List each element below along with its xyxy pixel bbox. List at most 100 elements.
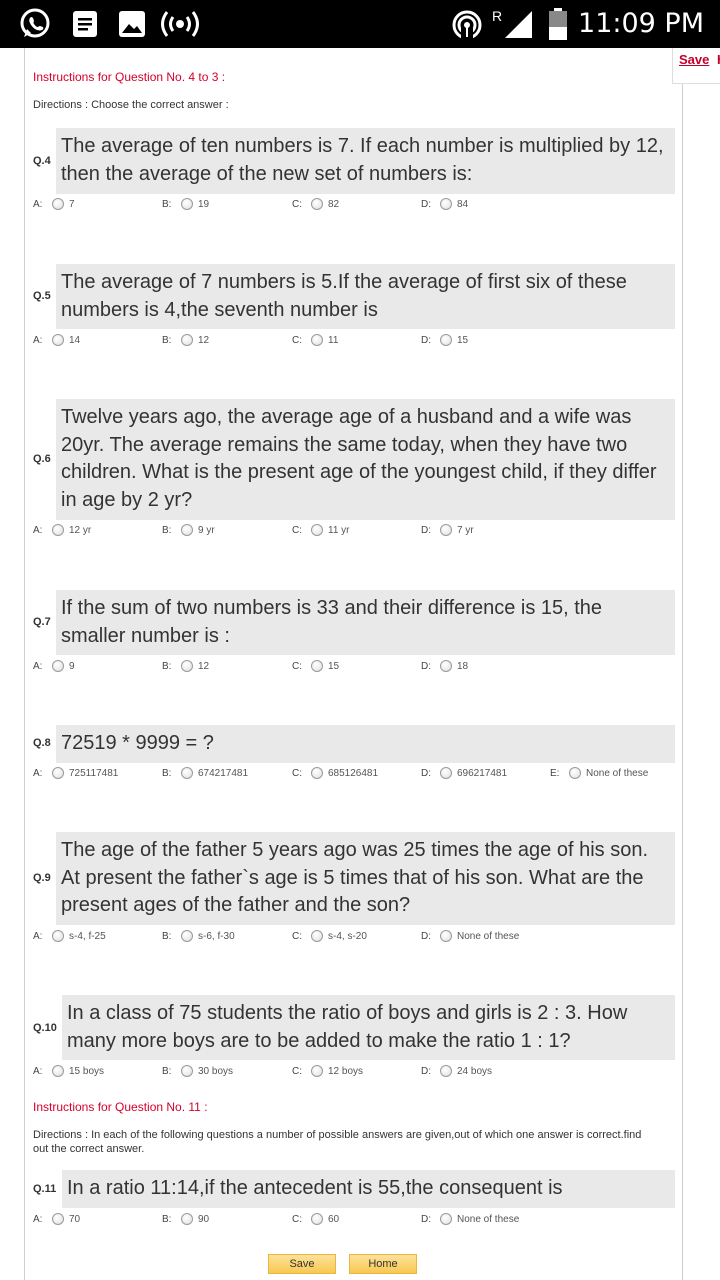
radio-button[interactable] — [311, 1065, 323, 1077]
option-a[interactable]: A: s-4, f-25 — [33, 930, 106, 942]
radio-button[interactable] — [311, 930, 323, 942]
option-letter: D: — [421, 1065, 431, 1077]
radio-button[interactable] — [440, 930, 452, 942]
option-label: 9 — [69, 660, 75, 672]
question-number: Q.11 — [33, 1183, 57, 1195]
option-letter: D: — [421, 767, 431, 779]
option-label: s-6, f-30 — [198, 930, 235, 942]
option-c[interactable]: C: 11 yr — [292, 524, 350, 536]
save-button[interactable]: Save — [268, 1254, 336, 1274]
radio-button[interactable] — [52, 524, 64, 536]
question-number: Q.5 — [33, 290, 51, 302]
radio-button[interactable] — [181, 524, 193, 536]
option-d[interactable]: D: 18 — [421, 660, 468, 672]
option-letter: C: — [292, 524, 302, 536]
radio-button[interactable] — [440, 334, 452, 346]
option-d[interactable]: D: 696217481 — [421, 767, 507, 779]
radio-button[interactable] — [52, 334, 64, 346]
option-b[interactable]: B: s-6, f-30 — [162, 930, 235, 942]
option-c[interactable]: C: 60 — [292, 1213, 339, 1225]
radio-button[interactable] — [440, 1213, 452, 1225]
radio-button[interactable] — [181, 1213, 193, 1225]
option-b[interactable]: B: 19 — [162, 198, 209, 210]
option-label: 12 yr — [69, 524, 92, 536]
radio-button[interactable] — [52, 767, 64, 779]
question-number: Q.6 — [33, 453, 51, 465]
option-d[interactable]: D: 15 — [421, 334, 468, 346]
radio-button[interactable] — [52, 198, 64, 210]
option-letter: D: — [421, 930, 431, 942]
home-button[interactable]: Home — [349, 1254, 417, 1274]
section-instruction: Instructions for Question No. 4 to 3 : — [33, 70, 226, 84]
option-letter: E: — [550, 767, 560, 779]
option-letter: C: — [292, 334, 302, 346]
radio-button[interactable] — [440, 198, 452, 210]
section-instruction: Instructions for Question No. 11 : — [33, 1100, 208, 1114]
radio-button[interactable] — [311, 334, 323, 346]
radio-button[interactable] — [181, 198, 193, 210]
option-c[interactable]: C: 12 boys — [292, 1065, 363, 1077]
option-b[interactable]: B: 12 — [162, 334, 209, 346]
question-number: Q.4 — [33, 155, 51, 167]
question-number: Q.9 — [33, 872, 51, 884]
option-label: 7 — [69, 198, 75, 210]
radio-button[interactable] — [311, 198, 323, 210]
radio-button[interactable] — [181, 334, 193, 346]
radio-button[interactable] — [181, 767, 193, 779]
option-a[interactable]: A: 7 — [33, 198, 75, 210]
radio-button[interactable] — [440, 767, 452, 779]
option-a[interactable]: A: 725117481 — [33, 767, 118, 779]
radio-button[interactable] — [52, 1065, 64, 1077]
radio-button[interactable] — [52, 930, 64, 942]
radio-button[interactable] — [440, 524, 452, 536]
option-b[interactable]: B: 30 boys — [162, 1065, 233, 1077]
option-c[interactable]: C: 15 — [292, 660, 339, 672]
option-d[interactable]: D: None of these — [421, 1213, 519, 1225]
option-c[interactable]: C: 82 — [292, 198, 339, 210]
radio-button[interactable] — [311, 524, 323, 536]
image-icon — [116, 6, 148, 42]
question-text: Twelve years ago, the average age of a h… — [56, 399, 675, 520]
option-letter: B: — [162, 1213, 172, 1225]
option-a[interactable]: A: 14 — [33, 334, 80, 346]
option-letter: B: — [162, 334, 172, 346]
radio-button[interactable] — [440, 1065, 452, 1077]
option-label: 12 boys — [328, 1065, 364, 1077]
question-text: If the sum of two numbers is 33 and thei… — [56, 590, 675, 655]
question-text: In a ratio 11:14,if the antecedent is 55… — [62, 1170, 675, 1208]
radio-button[interactable] — [311, 660, 323, 672]
option-c[interactable]: C: 685126481 — [292, 767, 378, 779]
option-d[interactable]: D: 7 yr — [421, 524, 474, 536]
radio-button[interactable] — [440, 660, 452, 672]
option-label: 725117481 — [69, 767, 119, 779]
signal-icon — [500, 6, 536, 42]
option-d[interactable]: D: 24 boys — [421, 1065, 492, 1077]
radio-button[interactable] — [181, 660, 193, 672]
option-a[interactable]: A: 9 — [33, 660, 75, 672]
option-d[interactable]: D: None of these — [421, 930, 519, 942]
option-b[interactable]: B: 90 — [162, 1213, 209, 1225]
radio-button[interactable] — [52, 1213, 64, 1225]
option-label: None of these — [457, 930, 520, 942]
option-d[interactable]: D: 84 — [421, 198, 468, 210]
option-b[interactable]: B: 674217481 — [162, 767, 248, 779]
option-letter: A: — [33, 767, 43, 779]
option-label: 82 — [328, 198, 340, 210]
option-b[interactable]: B: 12 — [162, 660, 209, 672]
option-c[interactable]: C: 11 — [292, 334, 338, 346]
option-a[interactable]: A: 12 yr — [33, 524, 91, 536]
radio-button[interactable] — [311, 767, 323, 779]
radio-button[interactable] — [52, 660, 64, 672]
option-e[interactable]: E: None of these — [550, 767, 648, 779]
option-label: 18 — [457, 660, 469, 672]
option-a[interactable]: A: 70 — [33, 1213, 80, 1225]
radio-button[interactable] — [311, 1213, 323, 1225]
radio-button[interactable] — [181, 1065, 193, 1077]
side-save-link[interactable]: Save — [679, 52, 709, 67]
option-b[interactable]: B: 9 yr — [162, 524, 215, 536]
radio-button[interactable] — [181, 930, 193, 942]
option-a[interactable]: A: 15 boys — [33, 1065, 104, 1077]
radio-button[interactable] — [569, 767, 581, 779]
option-c[interactable]: C: s-4, s-20 — [292, 930, 367, 942]
option-label: 24 boys — [457, 1065, 493, 1077]
